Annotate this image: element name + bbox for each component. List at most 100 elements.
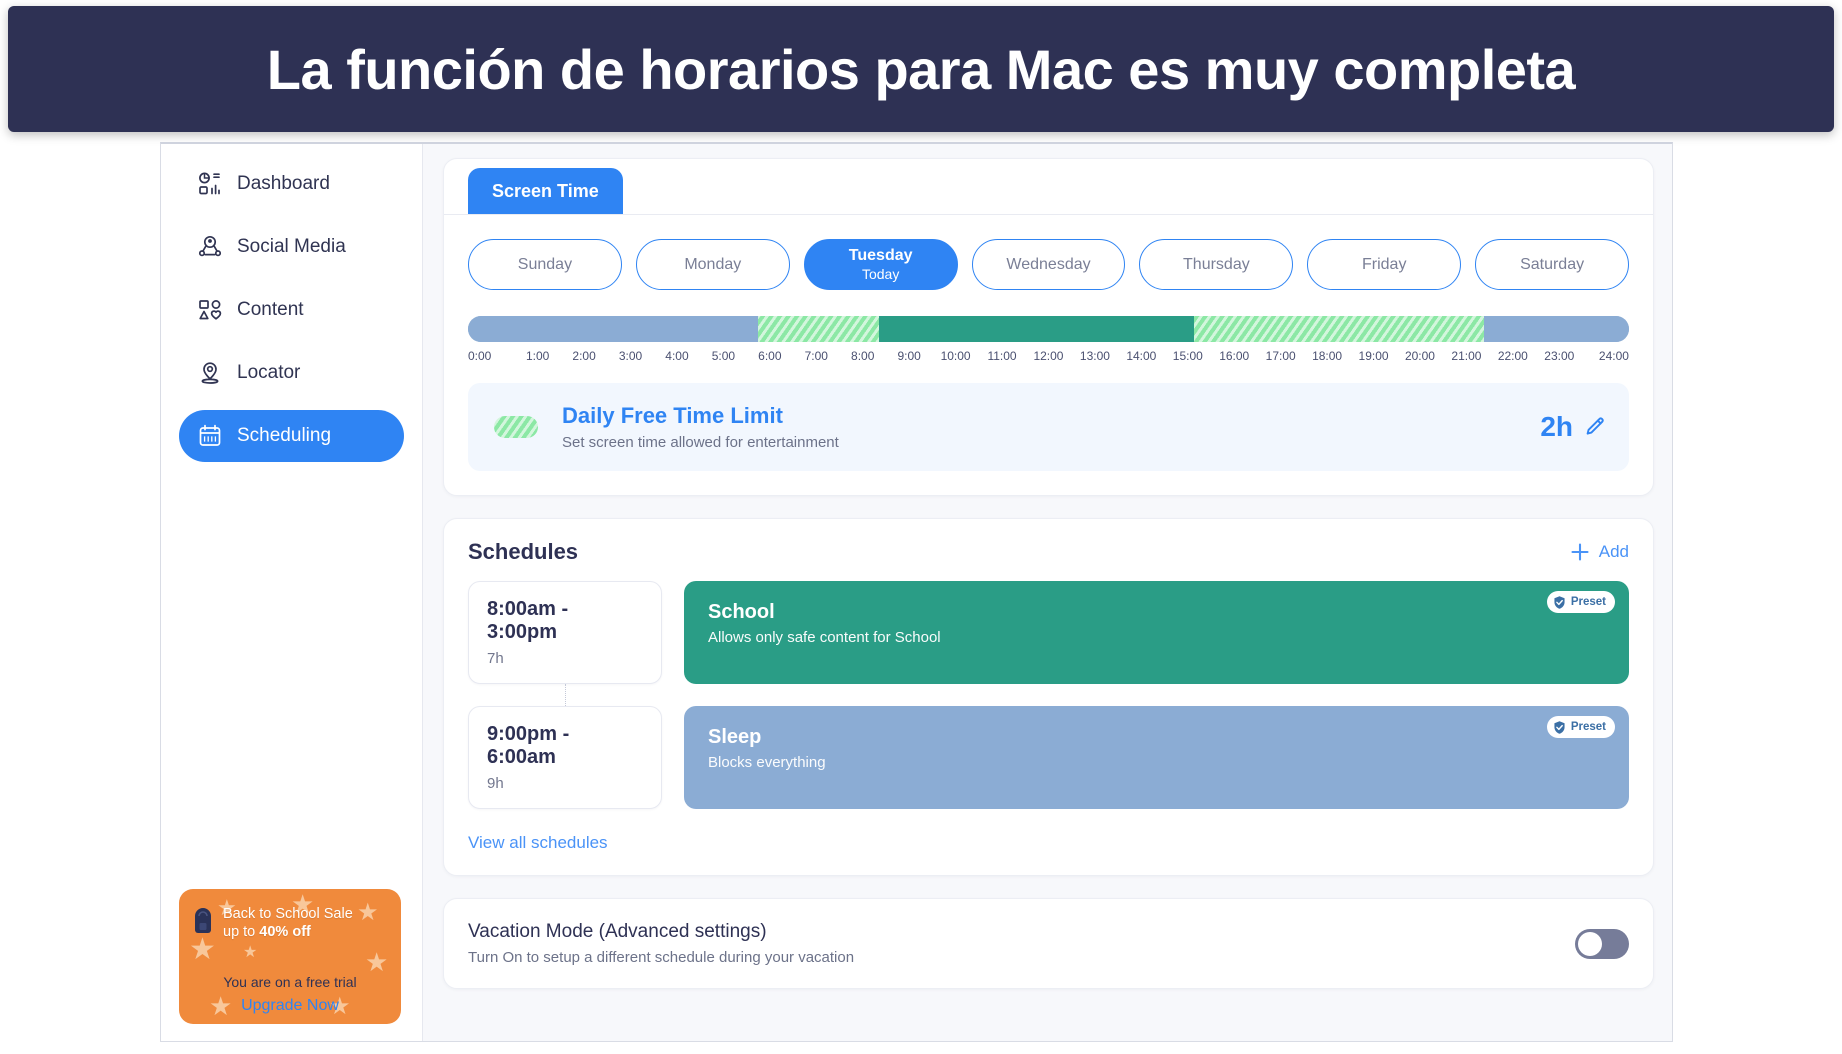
schedule-band-sleep[interactable]: Sleep Blocks everything Preset: [684, 706, 1629, 809]
promo-card[interactable]: ★ ★ ★ ★ ★ ★ ★ ★ Back to School Sale up t…: [179, 889, 401, 1024]
hour-label-4: 4:00: [665, 349, 689, 363]
free-time-limit-subtitle: Set screen time allowed for entertainmen…: [562, 434, 839, 451]
sidebar-item-social-media[interactable]: Social Media: [179, 221, 404, 273]
shield-icon: [1552, 595, 1567, 610]
hour-label-20: 20:00: [1404, 349, 1435, 363]
day-label: Wednesday: [1006, 255, 1091, 273]
sidebar-item-label: Locator: [237, 362, 301, 383]
hour-label-18: 18:00: [1312, 349, 1343, 363]
shield-icon: [1552, 720, 1567, 735]
hour-label-24: 24:00: [1598, 349, 1629, 363]
timeline-hour-labels: 0:00 1:00 2:00 3:00 4:00 5:00 6:00 7:00 8:00 9:00…: [468, 349, 1629, 363]
hour-label-12: 12:00: [1033, 349, 1064, 363]
calendar-icon: [197, 423, 223, 449]
view-all-schedules-link[interactable]: View all schedules: [468, 833, 608, 853]
vacation-mode-card: Vacation Mode (Advanced settings) Turn O…: [443, 898, 1654, 989]
sidebar-item-locator[interactable]: Locator: [179, 347, 404, 399]
sidebar-item-scheduling[interactable]: Scheduling: [179, 410, 404, 462]
screen-time-card: Screen Time Sunday Monday Tuesday Today …: [443, 158, 1654, 496]
day-pill-tuesday[interactable]: Tuesday Today: [803, 239, 958, 290]
pencil-icon[interactable]: [1583, 415, 1607, 439]
day-pill-saturday[interactable]: Saturday: [1475, 239, 1630, 290]
free-time-swatch-icon: [494, 416, 538, 438]
banner-text: La función de horarios para Mac es muy c…: [266, 37, 1576, 101]
star-decoration-icon: ★: [357, 899, 379, 926]
schedule-time-box[interactable]: 9:00pm - 6:00am 9h: [468, 706, 662, 809]
vacation-mode-subtitle: Turn On to setup a different schedule du…: [468, 949, 855, 966]
sidebar-item-label: Social Media: [237, 236, 346, 257]
hour-label-23: 23:00: [1544, 349, 1575, 363]
schedule-row-school: 8:00am - 3:00pm 7h School Allows only sa…: [468, 581, 1629, 706]
timeline-segment-4: [1483, 316, 1629, 342]
day-sublabel: Today: [861, 266, 900, 282]
daily-free-time-limit-row[interactable]: Daily Free Time Limit Set screen time al…: [468, 383, 1629, 471]
timeline-section: 0:00 1:00 2:00 3:00 4:00 5:00 6:00 7:00 8:00 9:00…: [444, 290, 1653, 363]
day-selector: Sunday Monday Tuesday Today Wednesday Th…: [444, 215, 1653, 290]
day-pill-thursday[interactable]: Thursday: [1139, 239, 1294, 290]
toggle-knob: [1578, 931, 1602, 956]
vacation-mode-toggle[interactable]: [1575, 928, 1629, 959]
upgrade-now-link[interactable]: Upgrade Now: [179, 997, 401, 1015]
sidebar-item-label: Content: [237, 299, 304, 320]
day-pill-friday[interactable]: Friday: [1307, 239, 1462, 290]
add-schedule-button[interactable]: Add: [1569, 541, 1629, 563]
schedule-description: Allows only safe content for School: [708, 629, 941, 646]
content-icon: [197, 297, 223, 323]
sidebar: Dashboard Social Media Content Locator S…: [161, 144, 423, 1041]
hour-label-1: 1:00: [525, 349, 550, 363]
hour-label-11: 11:00: [987, 349, 1017, 363]
promo-headline-bold: 40% off: [259, 924, 311, 941]
schedules-title: Schedules: [468, 539, 579, 564]
hour-label-5: 5:00: [711, 349, 736, 363]
day-pill-wednesday[interactable]: Wednesday: [971, 239, 1126, 290]
sidebar-item-dashboard[interactable]: Dashboard: [179, 158, 404, 210]
schedule-time-box[interactable]: 8:00am - 3:00pm 7h: [468, 581, 662, 684]
schedules-card: Schedules Add 8:00am - 3:00pm 7h School …: [443, 518, 1654, 876]
preset-badge-label: Preset: [1570, 596, 1606, 608]
hour-label-9: 9:00: [897, 349, 921, 363]
promo-headline-line1: Back to School Sale: [223, 906, 353, 922]
hour-label-14: 14:00: [1126, 349, 1157, 363]
day-pill-sunday[interactable]: Sunday: [468, 239, 622, 290]
day-timeline[interactable]: [468, 316, 1629, 342]
hour-label-6: 6:00: [758, 349, 782, 363]
vacation-mode-title: Vacation Mode (Advanced settings): [468, 921, 767, 942]
timeline-segment-3: [1193, 316, 1484, 342]
free-time-limit-value: 2h: [1540, 411, 1573, 442]
hour-label-3: 3:00: [618, 349, 643, 363]
hour-label-17: 17:00: [1265, 349, 1296, 363]
sidebar-item-label: Dashboard: [237, 173, 330, 194]
day-label: Friday: [1362, 255, 1407, 273]
promo-headline-prefix: up to: [223, 924, 260, 941]
promo-headline: Back to School Sale up to 40% off: [223, 905, 353, 941]
schedule-duration: 9h: [487, 775, 504, 792]
hour-label-22: 22:00: [1497, 349, 1528, 363]
schedule-band-school[interactable]: School Allows only safe content for Scho…: [684, 581, 1629, 684]
tab-screen-time[interactable]: Screen Time: [468, 168, 623, 214]
plus-icon: [1569, 541, 1591, 563]
schedule-description: Blocks everything: [708, 754, 826, 771]
schedules-header: Schedules Add: [468, 539, 1629, 565]
day-label: Saturday: [1520, 255, 1585, 273]
hour-label-19: 19:00: [1358, 349, 1389, 363]
hour-label-13: 13:00: [1079, 349, 1110, 363]
hour-label-16: 16:00: [1219, 349, 1250, 363]
timeline-segment-2: [879, 316, 1194, 342]
timeline-segment-0: [468, 316, 759, 342]
tab-bar: Screen Time: [444, 159, 1653, 215]
sidebar-item-content[interactable]: Content: [179, 284, 404, 336]
schedule-name: Sleep: [708, 726, 762, 748]
day-pill-monday[interactable]: Monday: [635, 239, 790, 290]
hour-label-7: 7:00: [804, 349, 828, 363]
day-label: Thursday: [1183, 255, 1250, 273]
add-schedule-label: Add: [1598, 542, 1629, 561]
hour-label-21: 21:00: [1451, 349, 1482, 363]
star-decoration-icon: ★: [243, 944, 258, 961]
preset-badge: Preset: [1546, 591, 1615, 613]
schedule-time-range: 8:00am - 3:00pm: [487, 598, 569, 643]
day-label: Monday: [684, 255, 742, 273]
hour-label-0: 0:00: [468, 349, 492, 363]
main-content: Screen Time Sunday Monday Tuesday Today …: [423, 144, 1672, 1041]
dashboard-icon: [197, 171, 223, 197]
schedule-duration: 7h: [487, 650, 504, 667]
